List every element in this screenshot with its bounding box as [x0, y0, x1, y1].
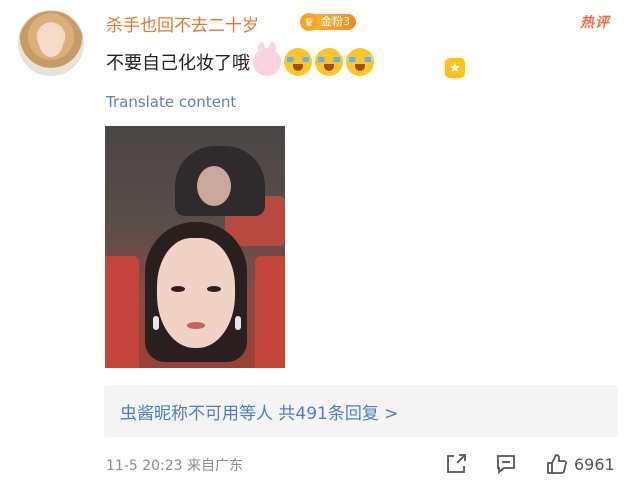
- comment-timestamp: 11-5 20:23: [106, 458, 183, 474]
- crying-emoji: [346, 48, 374, 76]
- comment-meta: 11-5 20:23 来自广东: [106, 455, 243, 475]
- crying-emoji: [315, 48, 343, 76]
- sparkle-star-icon: ★: [438, 53, 472, 83]
- replies-link[interactable]: 虫酱昵称不可用等人 共491条回复 >: [120, 399, 399, 424]
- seat-shape: [255, 256, 285, 368]
- bunny-emoji: [253, 42, 281, 76]
- comment-actions: 6961: [445, 450, 615, 478]
- comment-content: 不要自己化妆了哦: [106, 42, 374, 80]
- portrait-eye: [207, 286, 221, 292]
- background-face: [197, 166, 231, 206]
- portrait-lips: [187, 322, 205, 329]
- comment-text: 不要自己化妆了哦: [106, 53, 250, 74]
- fan-badge-label: 金粉3: [312, 14, 356, 30]
- crown-icon: ♛: [300, 13, 318, 31]
- thumbs-up-icon[interactable]: [545, 453, 567, 475]
- share-icon[interactable]: [445, 453, 467, 475]
- portrait-eye: [171, 286, 185, 292]
- portrait-face: [157, 238, 235, 348]
- portrait-earring: [235, 316, 241, 330]
- hot-comment-tag: 热评: [580, 15, 610, 31]
- replies-preview[interactable]: 虫酱昵称不可用等人 共491条回复 >: [104, 385, 618, 437]
- translate-content-link[interactable]: Translate content: [106, 93, 236, 111]
- crying-emoji: [284, 48, 312, 76]
- username-link[interactable]: 杀手也回不去二十岁: [106, 11, 259, 36]
- comment-location: 来自广东: [187, 458, 244, 474]
- star-icon: ★: [445, 58, 465, 78]
- seat-shape: [105, 256, 139, 368]
- user-avatar[interactable]: [18, 10, 84, 76]
- portrait-earring: [153, 316, 159, 330]
- avatar-face: [39, 27, 63, 57]
- like-count: 6961: [574, 454, 615, 474]
- fan-level-badge[interactable]: ♛ 金粉3: [300, 13, 356, 31]
- comment-photo[interactable]: [105, 126, 285, 368]
- comment-icon[interactable]: [495, 453, 517, 475]
